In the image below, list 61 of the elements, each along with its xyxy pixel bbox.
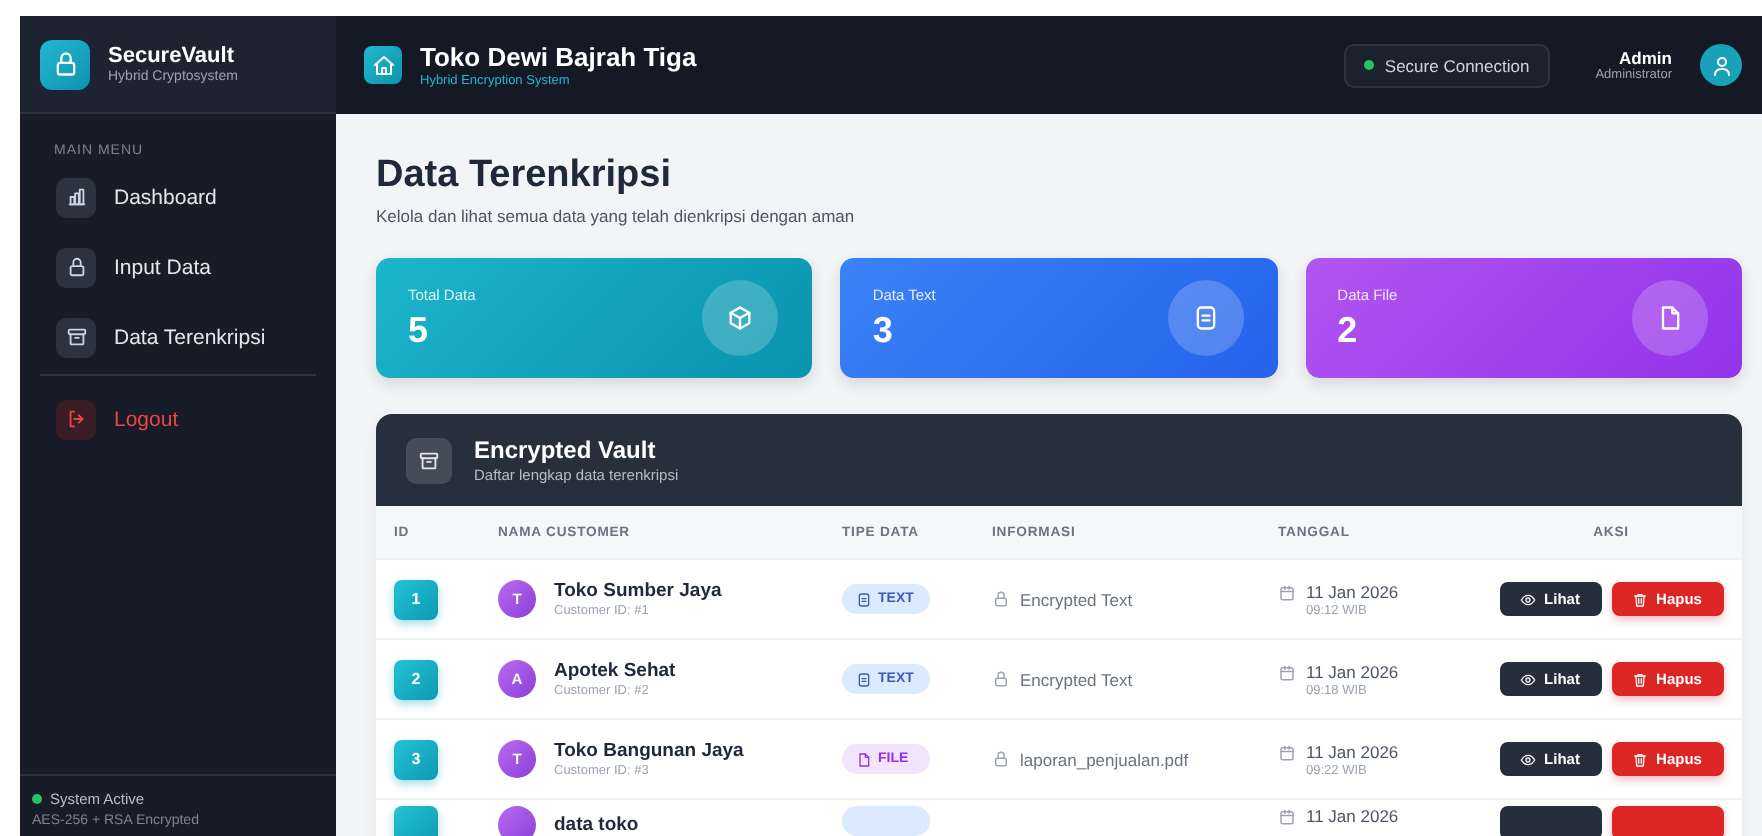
- view-button[interactable]: [1499, 806, 1601, 836]
- sidebar-item[interactable]: Dashboard: [40, 170, 316, 224]
- page-subtitle: Kelola dan lihat semua data yang telah dienkripsi dengan aman: [376, 206, 857, 226]
- logout-icon: [65, 408, 87, 430]
- date-text: 11 Jan 2026: [1306, 806, 1399, 826]
- user-avatar[interactable]: [1700, 44, 1742, 86]
- calendar-icon: [1278, 808, 1296, 826]
- encryption-info: Encrypted Text: [1020, 589, 1133, 609]
- stat-value: 3: [872, 309, 895, 351]
- calendar-icon: [1278, 663, 1296, 681]
- lock-icon: [992, 750, 1010, 768]
- status-dot: [1364, 60, 1375, 70]
- connection-label: Secure Connection: [1384, 55, 1530, 75]
- user-icon: [1709, 53, 1733, 77]
- store-title: Toko Dewi Bajrah Tiga: [420, 42, 697, 72]
- sidebar-item[interactable]: Input Data: [40, 240, 316, 294]
- archive-icon: [418, 449, 440, 471]
- customer-name: Toko Bangunan Jaya: [554, 740, 744, 762]
- delete-button[interactable]: [1611, 806, 1723, 836]
- date-text: 11 Jan 2026: [1306, 581, 1399, 601]
- home-icon: [371, 53, 395, 77]
- date-text: 11 Jan 2026: [1306, 741, 1399, 761]
- trash-icon: [1632, 591, 1649, 607]
- customer-avatar: [498, 806, 536, 836]
- eye-icon: [1520, 751, 1537, 767]
- row-id-badge: 1: [394, 579, 438, 619]
- stat-value: 5: [408, 309, 431, 351]
- lock-icon: [992, 590, 1010, 608]
- brand-title: SecureVault: [108, 44, 236, 68]
- document-icon: [856, 671, 872, 687]
- page-title: Data Terenkripsi: [376, 154, 673, 198]
- encryption-info: laporan_penjualan.pdf: [1020, 749, 1189, 769]
- sidebar-item[interactable]: Logout: [40, 392, 316, 446]
- date-text: 11 Jan 2026: [1306, 661, 1399, 681]
- document-icon: [1191, 304, 1220, 332]
- chart-icon: [65, 186, 87, 208]
- lock-icon: [992, 670, 1010, 688]
- row-id-badge: 2: [394, 659, 438, 699]
- sidebar-item[interactable]: Data Terenkripsi: [40, 310, 316, 364]
- eye-icon: [1520, 671, 1537, 687]
- customer-name: data toko: [554, 814, 639, 836]
- lock-icon: [65, 256, 87, 278]
- row-id-badge: 3: [394, 739, 438, 779]
- vault-title: Encrypted Vault: [474, 436, 658, 464]
- encryption-info: Encrypted Text: [1020, 669, 1133, 689]
- trash-icon: [1632, 671, 1649, 687]
- archive-icon: [65, 326, 87, 348]
- trash-icon: [1632, 751, 1649, 767]
- stat-value: 2: [1337, 309, 1360, 351]
- customer-name: Toko Sumber Jaya: [554, 580, 722, 602]
- document-icon: [856, 591, 872, 607]
- eye-icon: [1520, 591, 1537, 607]
- cube-icon: [726, 304, 755, 332]
- status-dot: [32, 794, 42, 804]
- lock-icon: [51, 50, 79, 78]
- customer-name: Apotek Sehat: [554, 660, 676, 682]
- file-icon: [856, 751, 872, 767]
- calendar-icon: [1278, 743, 1296, 761]
- user-name: Admin: [1617, 48, 1672, 68]
- calendar-icon: [1278, 583, 1296, 601]
- row-id-badge: [394, 806, 438, 836]
